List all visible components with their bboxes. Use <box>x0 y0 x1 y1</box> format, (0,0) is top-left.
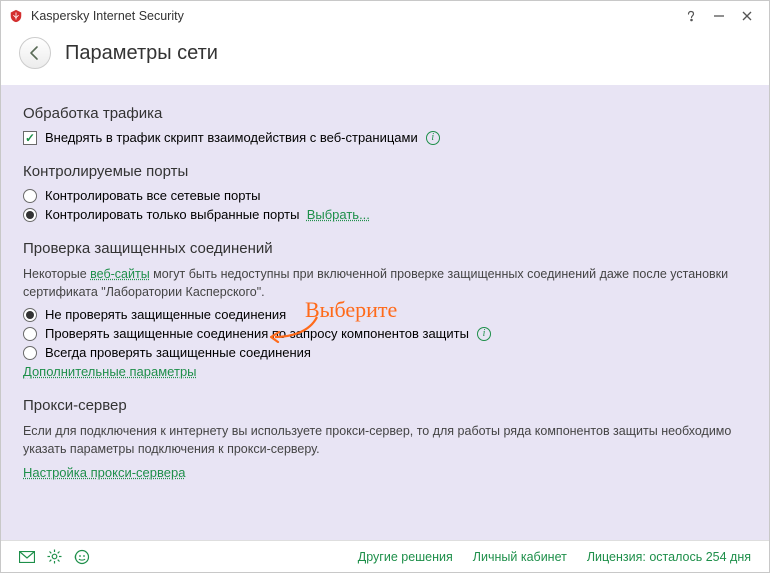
info-icon[interactable]: i <box>426 131 440 145</box>
ssl-always-label: Всегда проверять защищенные соединения <box>45 345 311 360</box>
checkbox-icon <box>23 131 37 145</box>
inject-script-checkbox-row[interactable]: Внедрять в трафик скрипт взаимодействия … <box>23 130 747 145</box>
footer: Другие решения Личный кабинет Лицензия: … <box>1 540 769 572</box>
radio-icon <box>23 208 37 222</box>
ssl-always-radio[interactable]: Всегда проверять защищенные соединения <box>23 345 747 360</box>
footer-account-link[interactable]: Личный кабинет <box>473 550 567 564</box>
proxy-settings-link[interactable]: Настройка прокси-сервера <box>23 465 185 480</box>
radio-icon <box>23 189 37 203</box>
back-button[interactable] <box>19 37 51 69</box>
minimize-button[interactable] <box>705 2 733 30</box>
mail-icon[interactable] <box>19 551 35 563</box>
app-window: Kaspersky Internet Security Параметры се… <box>0 0 770 573</box>
ports-selected-radio[interactable]: Контролировать только выбранные порты Вы… <box>23 207 747 222</box>
ssl-none-label: Не проверять защищенные соединения <box>45 307 286 322</box>
radio-icon <box>23 346 37 360</box>
footer-other-link[interactable]: Другие решения <box>358 550 453 564</box>
ports-all-label: Контролировать все сетевые порты <box>45 188 261 203</box>
ports-selected-label: Контролировать только выбранные порты <box>45 207 299 222</box>
section-traffic-title: Обработка трафика <box>23 105 747 122</box>
app-title: Kaspersky Internet Security <box>31 9 184 23</box>
radio-icon <box>23 308 37 322</box>
section-proxy-title: Прокси-сервер <box>23 397 747 414</box>
support-icon[interactable] <box>74 549 90 565</box>
ssl-extra-link[interactable]: Дополнительные параметры <box>23 364 197 379</box>
arrow-left-icon <box>27 45 43 61</box>
annotation-arrow-icon <box>269 315 319 343</box>
ssl-ondemand-radio[interactable]: Проверять защищенные соединения по запро… <box>23 326 747 341</box>
help-button[interactable] <box>677 2 705 30</box>
content-area: Обработка трафика Внедрять в трафик скри… <box>1 85 769 540</box>
ssl-websites-link[interactable]: веб-сайты <box>90 267 150 281</box>
ports-select-link[interactable]: Выбрать... <box>307 207 370 222</box>
gear-icon[interactable] <box>47 549 62 564</box>
section-ports-title: Контролируемые порты <box>23 163 747 180</box>
header: Параметры сети <box>1 31 769 85</box>
inject-script-label: Внедрять в трафик скрипт взаимодействия … <box>45 130 418 145</box>
footer-license-link[interactable]: Лицензия: осталось 254 дня <box>587 550 751 564</box>
radio-icon <box>23 327 37 341</box>
section-ssl-title: Проверка защищенных соединений <box>23 240 747 257</box>
proxy-description: Если для подключения к интернету вы испо… <box>23 422 747 458</box>
ssl-ondemand-label: Проверять защищенные соединения по запро… <box>45 326 469 341</box>
close-button[interactable] <box>733 2 761 30</box>
titlebar: Kaspersky Internet Security <box>1 1 769 31</box>
ssl-description: Некоторые веб-сайты могут быть недоступн… <box>23 265 747 301</box>
ports-all-radio[interactable]: Контролировать все сетевые порты <box>23 188 747 203</box>
app-logo-icon <box>9 9 23 23</box>
page-title: Параметры сети <box>65 42 218 65</box>
ssl-desc-prefix: Некоторые <box>23 267 90 281</box>
info-icon[interactable]: i <box>477 327 491 341</box>
